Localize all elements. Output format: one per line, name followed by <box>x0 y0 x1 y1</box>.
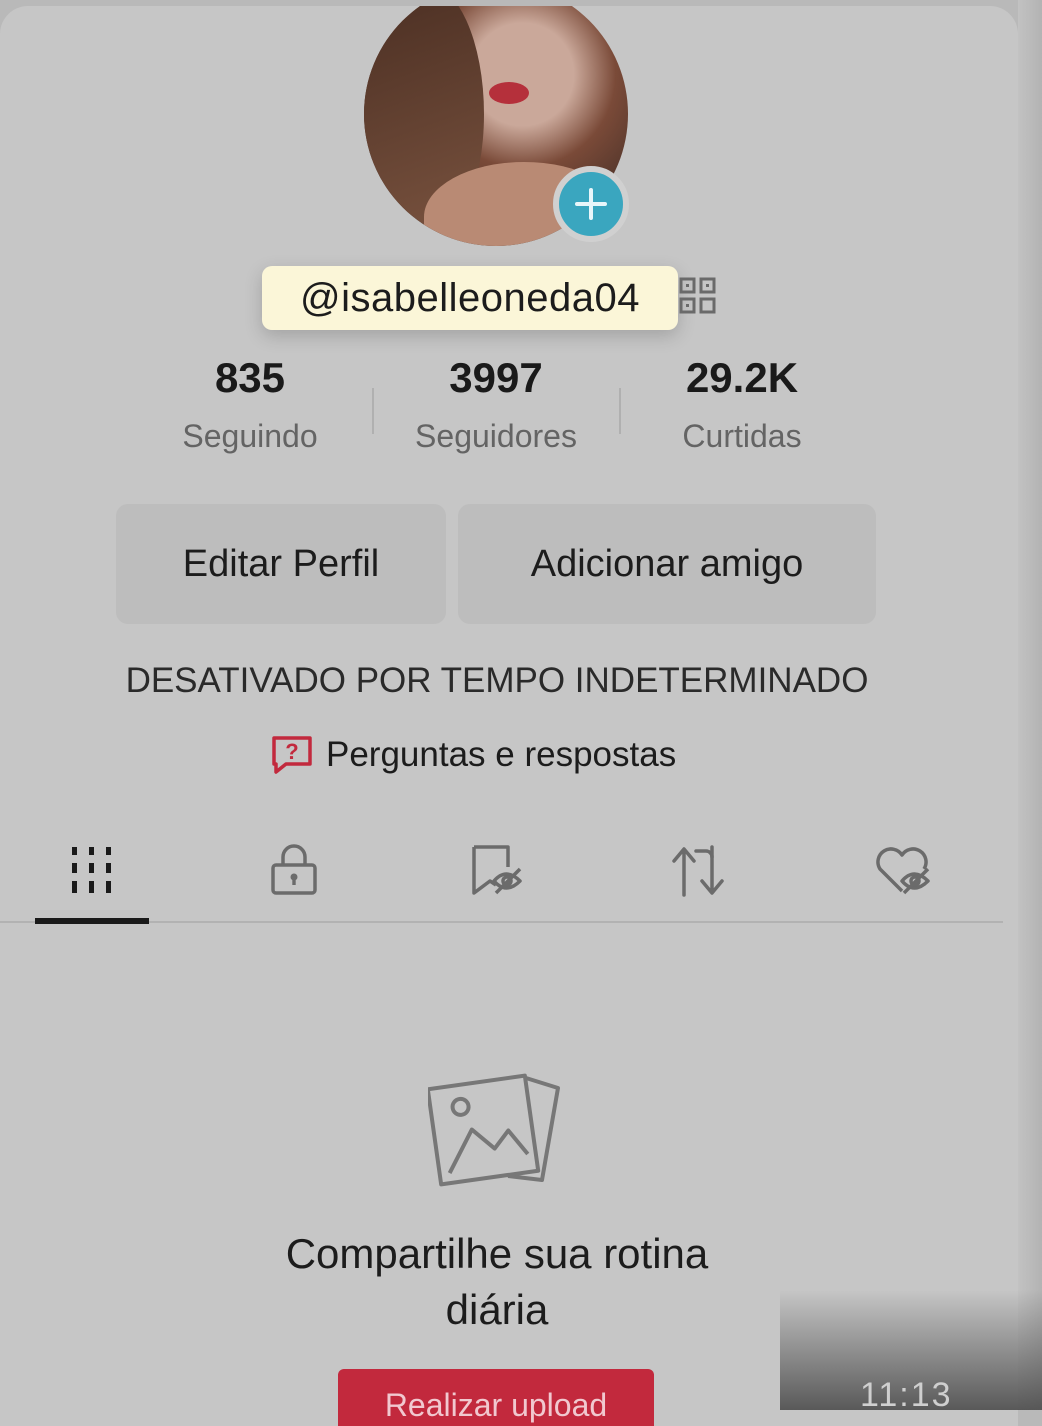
tab-liked[interactable] <box>872 841 932 901</box>
tab-private[interactable] <box>264 841 324 901</box>
stat-label: Seguindo <box>182 418 318 454</box>
tab-saved[interactable] <box>466 841 526 901</box>
edit-profile-button[interactable]: Editar Perfil <box>116 504 446 624</box>
add-friend-button[interactable]: Adicionar amigo <box>458 504 876 624</box>
tab-videos[interactable] <box>62 841 122 901</box>
stat-label: Seguidores <box>415 418 577 454</box>
avatar-lips <box>489 82 529 104</box>
repost-icon <box>672 845 724 897</box>
stat-followers[interactable]: 3997 Seguidores <box>376 354 616 455</box>
lock-icon <box>271 844 317 895</box>
tabs-divider <box>0 921 1003 923</box>
stat-likes[interactable]: 29.2K Curtidas <box>622 354 862 455</box>
photos-icon <box>428 1073 560 1187</box>
svg-text:?: ? <box>285 739 298 764</box>
profile-bio: DESATIVADO POR TEMPO INDETERMINADO <box>125 661 869 700</box>
stat-value: 29.2K <box>685 354 799 401</box>
stat-label: Curtidas <box>682 418 802 454</box>
stat-value: 835 <box>214 354 286 401</box>
background-strip <box>1018 0 1042 1409</box>
active-tab-indicator <box>35 918 149 924</box>
add-story-button[interactable] <box>553 166 629 242</box>
qa-label: Perguntas e respostas <box>326 735 677 774</box>
stat-value: 3997 <box>449 354 543 401</box>
hidden-liked-icon <box>876 847 930 895</box>
stat-divider <box>619 388 621 434</box>
stat-following[interactable]: 835 Seguindo <box>130 354 370 455</box>
upload-button[interactable]: Realizar upload <box>338 1369 654 1426</box>
username[interactable]: @isabelleoneda04 <box>262 266 678 330</box>
profile-screen: @isabelleoneda04 835 Seguindo 3997 Segui… <box>0 6 1018 1426</box>
stat-divider <box>372 388 374 434</box>
plus-icon <box>575 188 607 220</box>
empty-title-line1: Compartilhe sua rotina <box>285 1230 709 1277</box>
qa-link[interactable]: ? Perguntas e respostas <box>270 730 676 780</box>
question-bubble-icon: ? <box>272 736 312 774</box>
status-time: 11:13 <box>860 1376 953 1414</box>
grid-icon <box>72 847 111 893</box>
tab-reposts[interactable] <box>668 841 728 901</box>
hidden-saved-icon <box>472 845 522 895</box>
qr-code-icon[interactable] <box>678 276 718 316</box>
